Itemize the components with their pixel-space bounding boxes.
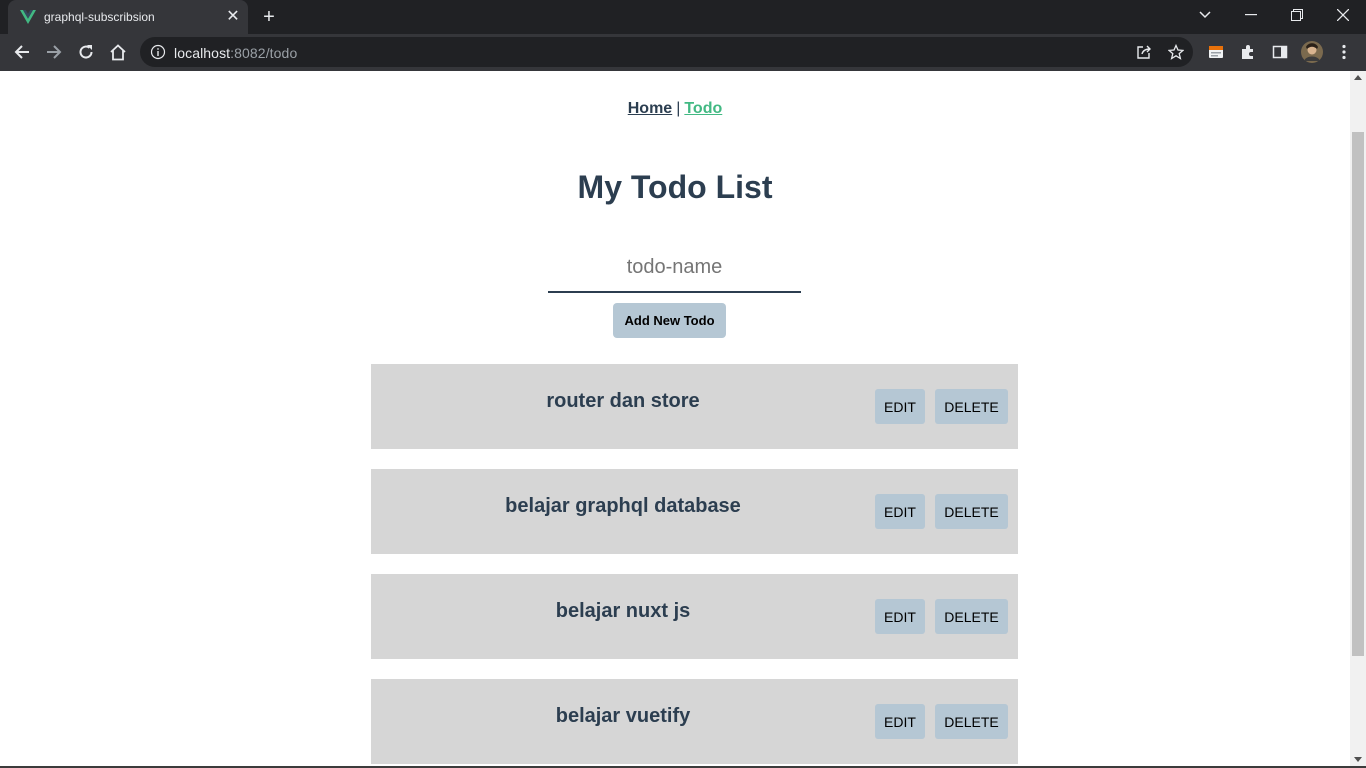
browser-toolbar: localhost:8082/todo xyxy=(0,34,1366,71)
todo-name: belajar graphql database xyxy=(505,495,741,517)
scrollbar-thumb[interactable] xyxy=(1352,132,1364,656)
extensions-puzzle-icon[interactable] xyxy=(1238,42,1258,62)
todo-item: belajar nuxt js EDIT DELETE xyxy=(371,574,1018,659)
url-text: localhost:8082/todo xyxy=(174,45,298,61)
nav-link-todo[interactable]: Todo xyxy=(684,100,722,117)
todo-name: router dan store xyxy=(546,390,700,412)
delete-button[interactable]: DELETE xyxy=(935,389,1008,424)
todo-name-input[interactable] xyxy=(548,244,801,293)
vertical-scrollbar[interactable] xyxy=(1350,71,1366,768)
delete-button[interactable]: DELETE xyxy=(935,704,1008,739)
chrome-menu-icon[interactable] xyxy=(1334,42,1354,62)
bookmark-star-icon[interactable] xyxy=(1167,43,1185,61)
tab-search-icon[interactable] xyxy=(1182,0,1228,30)
page-title: My Todo List xyxy=(577,169,773,205)
reload-icon[interactable] xyxy=(71,37,101,67)
address-bar[interactable]: localhost:8082/todo xyxy=(140,37,1193,67)
close-window-icon[interactable] xyxy=(1320,0,1366,30)
minimize-icon[interactable] xyxy=(1228,0,1274,30)
home-icon[interactable] xyxy=(103,37,133,67)
profile-avatar-icon[interactable] xyxy=(1301,41,1323,63)
new-tab-icon[interactable]: + xyxy=(258,7,280,27)
nav-link-home[interactable]: Home xyxy=(628,100,672,117)
back-icon[interactable] xyxy=(7,37,37,67)
edit-button[interactable]: EDIT xyxy=(875,389,925,424)
scroll-down-arrow-icon[interactable] xyxy=(1354,757,1362,762)
todo-name: belajar vuetify xyxy=(555,705,691,727)
restore-icon[interactable] xyxy=(1274,0,1320,30)
scroll-up-arrow-icon[interactable] xyxy=(1354,75,1362,80)
share-icon[interactable] xyxy=(1135,43,1153,61)
nav-bar: Home | Todo xyxy=(0,100,1350,118)
edit-button[interactable]: EDIT xyxy=(875,494,925,529)
todo-list: router dan store EDIT DELETE belajar gra… xyxy=(371,364,1018,768)
browser-tab[interactable]: graphql-subscribsion ✕ xyxy=(8,0,248,34)
todo-name: belajar nuxt js xyxy=(555,600,691,622)
nav-separator: | xyxy=(676,100,681,117)
todo-item: belajar graphql database EDIT DELETE xyxy=(371,469,1018,554)
tab-title: graphql-subscribsion xyxy=(44,10,155,24)
todo-item: router dan store EDIT DELETE xyxy=(371,364,1018,449)
side-panel-icon[interactable] xyxy=(1270,42,1290,62)
forward-icon[interactable] xyxy=(39,37,69,67)
tab-strip: graphql-subscribsion ✕ + xyxy=(0,0,1366,34)
extension-icon[interactable] xyxy=(1206,42,1226,62)
edit-button[interactable]: EDIT xyxy=(875,599,925,634)
delete-button[interactable]: DELETE xyxy=(935,494,1008,529)
delete-button[interactable]: DELETE xyxy=(935,599,1008,634)
site-info-icon[interactable] xyxy=(150,44,166,60)
page-viewport: Home|Todo My Todo List Add New Todo rout… xyxy=(0,71,1366,768)
add-todo-button[interactable]: Add New Todo xyxy=(613,303,726,338)
edit-button[interactable]: EDIT xyxy=(875,704,925,739)
todo-item: belajar vuetify EDIT DELETE xyxy=(371,679,1018,764)
vue-logo-icon xyxy=(20,9,36,25)
close-tab-icon[interactable]: ✕ xyxy=(224,8,242,26)
